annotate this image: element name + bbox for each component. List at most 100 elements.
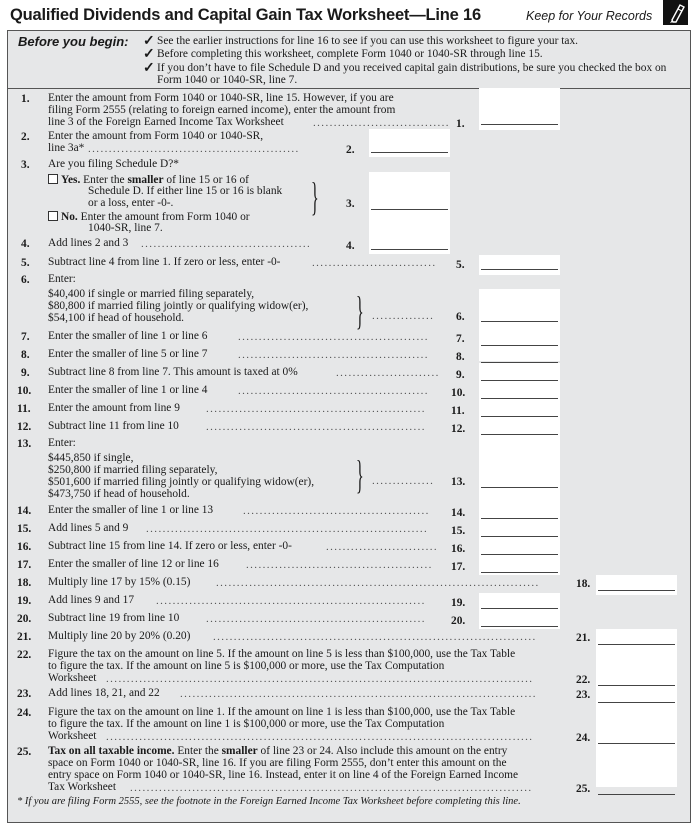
leader-dots: ........................................… bbox=[180, 688, 537, 700]
line-21-input[interactable] bbox=[598, 644, 675, 645]
footnote: * If you are filing Form 2555, see the f… bbox=[17, 796, 521, 807]
line-13-option: $473,750 if head of household. bbox=[48, 488, 190, 500]
input-column bbox=[479, 593, 560, 629]
worksheet: Before you begin: ✓ See the earlier inst… bbox=[7, 30, 691, 823]
line-3-text: Are you filing Schedule D?* bbox=[48, 158, 179, 170]
line-24-input[interactable] bbox=[598, 743, 675, 744]
line-21-label: 21. bbox=[576, 632, 591, 644]
line-15-text: Add lines 5 and 9 bbox=[48, 522, 129, 534]
line-3-yes-text: Schedule D. If either line 15 or 16 is b… bbox=[88, 185, 283, 197]
leader-dots: ............... bbox=[372, 475, 435, 487]
line-22-input[interactable] bbox=[598, 685, 675, 686]
line-3-no-text: 1040-SR, line 7. bbox=[88, 222, 163, 234]
line-11-input[interactable] bbox=[481, 416, 558, 417]
before-you-begin-label: Before you begin: bbox=[18, 34, 129, 49]
line-2-text: Enter the amount from Form 1040 or 1040-… bbox=[48, 130, 264, 142]
line-6-label: 6. bbox=[456, 311, 465, 323]
leader-dots: ........................................… bbox=[130, 782, 533, 794]
line-17-input[interactable] bbox=[481, 572, 558, 573]
line-3-input[interactable] bbox=[369, 172, 450, 234]
line-14-text: Enter the smaller of line 1 or line 13 bbox=[48, 504, 214, 516]
line-6-number: 6. bbox=[21, 274, 30, 286]
before-item-1: See the earlier instructions for line 16… bbox=[157, 35, 579, 47]
line-1-input[interactable] bbox=[479, 88, 560, 130]
line-16-input[interactable] bbox=[481, 554, 558, 555]
line-18-label: 18. bbox=[576, 578, 591, 590]
line-15-number: 15. bbox=[17, 523, 32, 535]
keep-for-records-label: Keep for Your Records bbox=[526, 9, 653, 23]
line-8-number: 8. bbox=[21, 349, 30, 361]
line-10-label: 10. bbox=[451, 387, 466, 399]
line-11-text: Enter the amount from line 9 bbox=[48, 402, 180, 414]
line-22-text: to figure the tax. If the amount on line… bbox=[48, 660, 445, 672]
leader-dots: ........................................… bbox=[206, 421, 426, 433]
line-24-text: to figure the tax. If the amount on line… bbox=[48, 718, 445, 730]
line-4-number: 4. bbox=[21, 238, 30, 250]
leader-dots: ........................................… bbox=[206, 403, 426, 415]
leader-dots: ........................................… bbox=[88, 143, 300, 155]
line-9-text: Subtract line 8 from line 7. This amount… bbox=[48, 366, 298, 378]
line-5-text: Subtract line 4 from line 1. If zero or … bbox=[48, 256, 281, 268]
line-12-label: 12. bbox=[451, 423, 466, 435]
line-19-label: 19. bbox=[451, 597, 466, 609]
line-10-input[interactable] bbox=[481, 398, 558, 399]
input-column bbox=[596, 629, 677, 787]
line-5-input[interactable] bbox=[479, 255, 560, 275]
line-25-bold: smaller bbox=[221, 745, 258, 757]
leader-dots: ........................................… bbox=[106, 673, 534, 685]
leader-dots: .............................. bbox=[312, 257, 437, 269]
line-7-number: 7. bbox=[21, 331, 30, 343]
line-23-label: 23. bbox=[576, 689, 591, 701]
line-12-text: Subtract line 11 from line 10 bbox=[48, 420, 179, 432]
line-13-option: $250,800 if married filing separately, bbox=[48, 464, 218, 476]
line-25-span: of line 23 or 24. Also include this amou… bbox=[260, 745, 508, 757]
line-25-text: space on Form 1040 or 1040-SR, line 16. … bbox=[48, 757, 507, 769]
line-23-text: Add lines 18, 21, and 22 bbox=[48, 687, 160, 699]
pencil-icon bbox=[663, 0, 688, 25]
line-19-number: 19. bbox=[17, 595, 32, 607]
line-8-text: Enter the smaller of line 5 or line 7 bbox=[48, 348, 208, 360]
line-25-text: Tax on all taxable income. Enter the sma… bbox=[48, 745, 508, 758]
leader-dots: ......................... bbox=[336, 367, 440, 379]
leader-dots: ........................................… bbox=[106, 731, 534, 743]
line-1-label: 1. bbox=[456, 118, 465, 130]
line-12-number: 12. bbox=[17, 421, 32, 433]
line-20-input[interactable] bbox=[481, 626, 558, 627]
line-25-span: Enter the bbox=[177, 745, 219, 757]
line-7-input[interactable] bbox=[481, 345, 558, 346]
line-1-text: line 3 of the Foreign Earned Income Tax … bbox=[48, 116, 284, 128]
no-checkbox[interactable] bbox=[48, 211, 58, 221]
line-15-input[interactable] bbox=[481, 536, 558, 537]
line-25-number: 25. bbox=[17, 746, 32, 758]
leader-dots: ........................... bbox=[326, 541, 439, 553]
line-19-input[interactable] bbox=[481, 608, 558, 609]
line-9-input[interactable] bbox=[481, 380, 558, 381]
leader-dots: ........................................… bbox=[216, 577, 540, 589]
line-4-input[interactable] bbox=[369, 234, 450, 254]
leader-dots: ........................................… bbox=[246, 559, 433, 571]
line-7-label: 7. bbox=[456, 333, 465, 345]
line-8-label: 8. bbox=[456, 351, 465, 363]
line-20-text: Subtract line 19 from line 10 bbox=[48, 612, 180, 624]
line-13-number: 13. bbox=[17, 438, 32, 450]
line-14-input[interactable] bbox=[481, 518, 558, 519]
line-25-input[interactable] bbox=[598, 794, 675, 795]
line-18-input[interactable] bbox=[596, 575, 677, 595]
line-14-number: 14. bbox=[17, 505, 32, 517]
line-1-text: Enter the amount from Form 1040 or 1040-… bbox=[48, 92, 394, 104]
line-25-label: 25. bbox=[576, 783, 591, 795]
line-21-number: 21. bbox=[17, 631, 32, 643]
leader-dots: ..................................... bbox=[313, 117, 448, 129]
line-16-number: 16. bbox=[17, 541, 32, 553]
line-4-label: 4. bbox=[346, 240, 355, 252]
line-2-input[interactable] bbox=[369, 129, 450, 157]
leader-dots: ........................................… bbox=[156, 595, 426, 607]
line-12-input[interactable] bbox=[481, 434, 558, 435]
line-13-input[interactable] bbox=[481, 487, 558, 488]
line-6-option: $40,400 if single or married filing sepa… bbox=[48, 288, 255, 300]
line-2-label: 2. bbox=[346, 144, 355, 156]
line-6-input[interactable] bbox=[479, 289, 560, 361]
yes-checkbox[interactable] bbox=[48, 174, 58, 184]
line-23-input[interactable] bbox=[598, 702, 675, 703]
leader-dots: ........................................… bbox=[238, 349, 429, 361]
